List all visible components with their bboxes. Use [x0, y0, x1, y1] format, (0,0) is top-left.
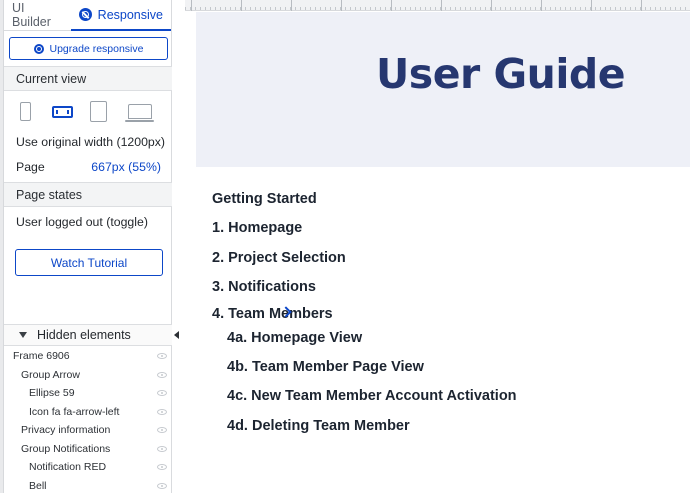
page-title: User Guide: [376, 50, 626, 98]
eye-icon[interactable]: [157, 390, 167, 396]
eye-icon[interactable]: [157, 482, 167, 489]
phone-landscape-icon[interactable]: [52, 106, 73, 118]
page-states-header: Page states: [4, 182, 172, 207]
tab-responsive[interactable]: Responsive: [70, 0, 171, 31]
hidden-elements-label: Hidden elements: [37, 328, 131, 342]
tree-item[interactable]: Notification RED: [4, 458, 172, 477]
upgrade-icon: [33, 43, 44, 54]
watch-tutorial-button[interactable]: Watch Tutorial: [15, 249, 163, 276]
tree-item[interactable]: Frame 6906: [4, 347, 172, 366]
tree-item-label: Icon fa fa-arrow-left: [29, 405, 120, 418]
guide-link-notifications[interactable]: 3. Notifications: [212, 279, 316, 295]
ruler-tick: [191, 0, 192, 11]
tree-item[interactable]: Group Notifications: [4, 440, 172, 459]
tree-item-label: Bell: [29, 479, 47, 492]
eye-icon[interactable]: [157, 427, 167, 433]
hidden-elements-tree: Frame 6906 Group Arrow Ellipse 59 Icon f…: [4, 347, 172, 493]
ruler-tick: [641, 0, 642, 11]
ruler-tick: [591, 0, 592, 11]
ruler-tick: [341, 0, 342, 11]
page-width-label: Page: [16, 160, 45, 174]
sidebar-tabs: UI Builder Responsive: [4, 0, 171, 31]
hidden-elements-header[interactable]: Hidden elements: [4, 324, 172, 346]
guide-link-account-activation[interactable]: 4c. New Team Member Account Activation: [227, 388, 517, 404]
triangle-down-icon: [19, 332, 27, 338]
tree-item[interactable]: Ellipse 59: [4, 384, 172, 403]
watch-tutorial-label: Watch Tutorial: [50, 255, 128, 270]
ruler-tick: [391, 0, 392, 11]
horizontal-ruler: [185, 0, 690, 11]
tree-item[interactable]: Privacy information: [4, 421, 172, 440]
current-view-header: Current view: [4, 66, 172, 91]
page-width-value[interactable]: 667px (55%): [91, 160, 161, 174]
collapse-sidebar-icon[interactable]: [174, 331, 179, 339]
guide-link-team-member-page-view[interactable]: 4b. Team Member Page View: [227, 359, 424, 375]
responsive-icon: [78, 8, 92, 21]
eye-icon[interactable]: [157, 408, 167, 415]
guide-link-homepage[interactable]: 1. Homepage: [212, 220, 302, 236]
ruler-tick: [441, 0, 442, 11]
upgrade-responsive-label: Upgrade responsive: [49, 42, 144, 55]
eye-icon[interactable]: [157, 371, 167, 378]
tree-item-label: Frame 6906: [13, 350, 70, 363]
ruler-tick: [291, 0, 292, 11]
tab-ui-builder[interactable]: UI Builder: [4, 0, 71, 30]
tree-item[interactable]: Icon fa fa-arrow-left: [4, 403, 172, 422]
guide-heading-getting-started[interactable]: Getting Started: [212, 191, 317, 207]
tablet-icon[interactable]: [90, 101, 107, 122]
guide-link-deleting-team-member[interactable]: 4d. Deleting Team Member: [227, 418, 410, 434]
hero-banner[interactable]: User Guide: [196, 12, 690, 167]
tree-item-label: Group Arrow: [21, 368, 80, 381]
responsive-sidebar: UI Builder Responsive Upgrade responsive…: [4, 0, 172, 493]
eye-icon[interactable]: [157, 464, 167, 470]
guide-link-team-members[interactable]: 4. Team Members: [212, 306, 333, 322]
use-original-width-toggle[interactable]: Use original width (1200px): [16, 135, 165, 149]
tab-ui-builder-label: UI Builder: [12, 1, 51, 29]
desktop-icon[interactable]: [125, 104, 154, 122]
guide-link-project-selection[interactable]: 2. Project Selection: [212, 250, 346, 266]
tab-responsive-label: Responsive: [97, 7, 163, 22]
tree-item-label: Notification RED: [29, 461, 107, 474]
tree-item-label: Ellipse 59: [29, 387, 75, 400]
eye-icon[interactable]: [157, 353, 167, 359]
tree-item[interactable]: Group Arrow: [4, 366, 172, 385]
eye-icon[interactable]: [157, 445, 167, 452]
device-selector: [4, 100, 172, 124]
ruler-tick: [541, 0, 542, 11]
upgrade-responsive-button[interactable]: Upgrade responsive: [9, 37, 168, 60]
tree-item[interactable]: Bell: [4, 477, 172, 493]
page-canvas: User Guide Getting Started 1. Homepage 2…: [185, 0, 690, 493]
phone-portrait-icon[interactable]: [20, 102, 31, 121]
ruler-tick: [491, 0, 492, 11]
guide-link-homepage-view[interactable]: 4a. Homepage View: [227, 330, 362, 346]
ruler-tick: [241, 0, 242, 11]
page-state-user-logged-out[interactable]: User logged out (toggle): [16, 215, 148, 229]
tree-item-label: Privacy information: [21, 424, 111, 437]
tree-item-label: Group Notifications: [21, 442, 111, 455]
